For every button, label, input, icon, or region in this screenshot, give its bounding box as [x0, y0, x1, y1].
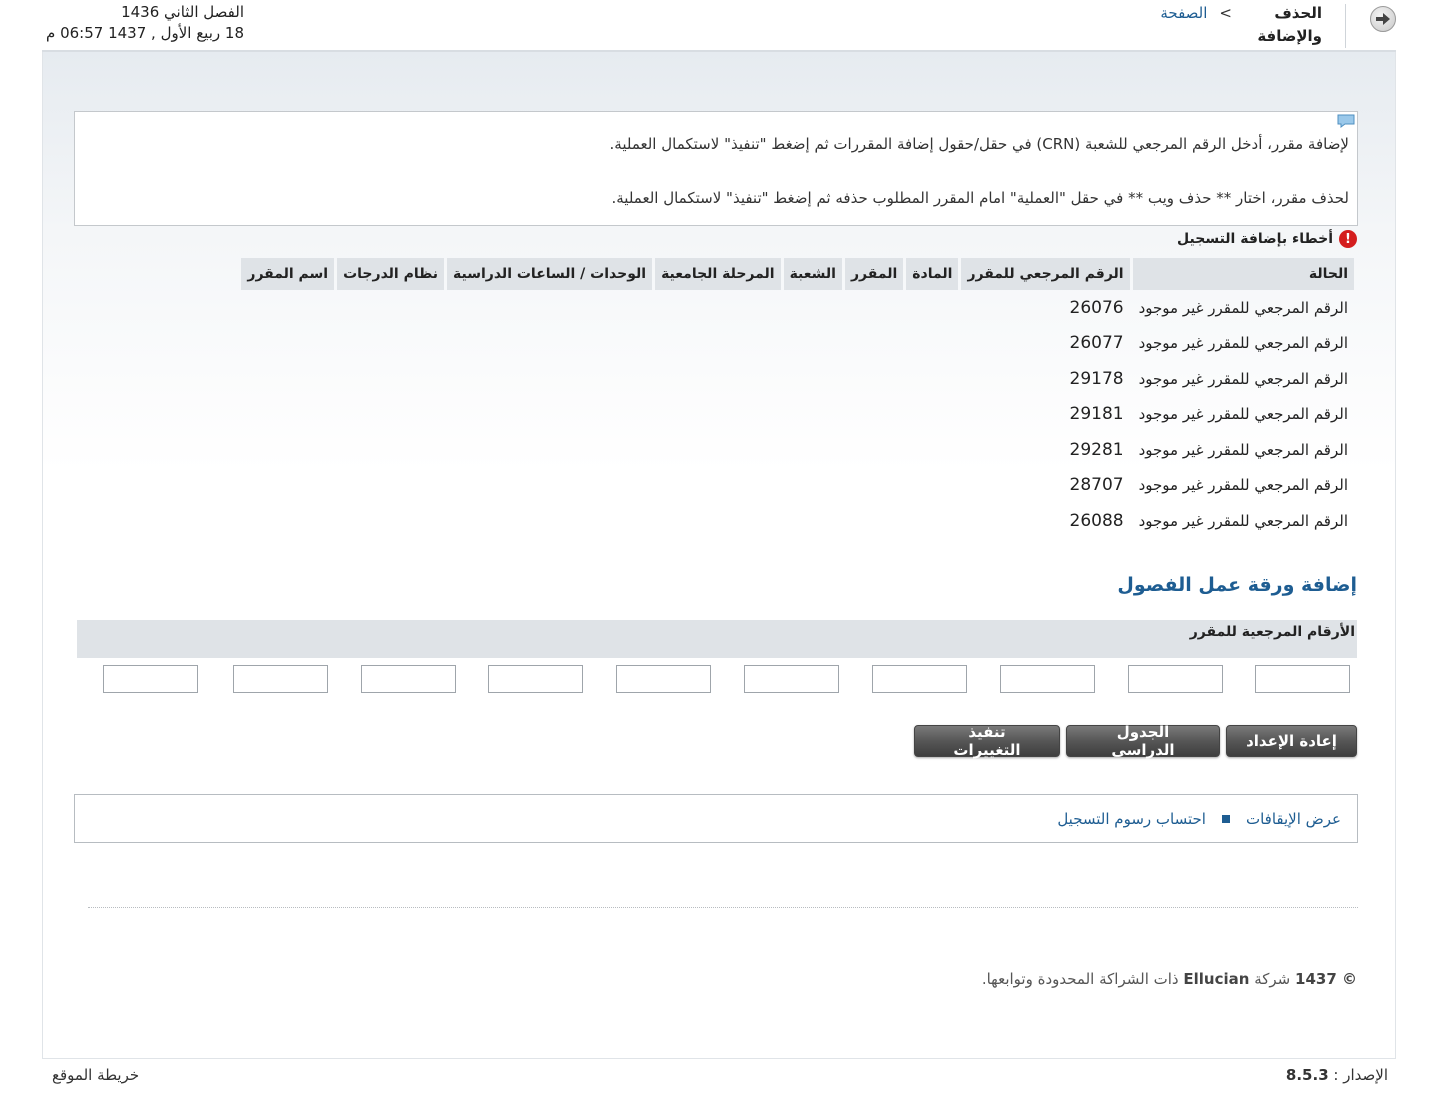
header-divider	[1345, 4, 1346, 48]
term-info: الفصل الثاني 1436 18 ربيع الأول , 1437 0…	[46, 2, 244, 44]
row-status: الرقم المرجعي للمقرر غير موجود	[1138, 440, 1348, 459]
term-label: الفصل الثاني 1436	[121, 3, 244, 21]
main-panel: لإضافة مقرر، أدخل الرقم المرجعي للشعبة (…	[42, 52, 1396, 1059]
col-section: الشعبة	[783, 258, 842, 290]
page-header: الصفحة > الحذف والإضافة الفصل الثاني 143…	[42, 0, 1396, 52]
col-subject: المادة	[906, 258, 959, 290]
copyright-brand: Ellucian	[1183, 970, 1250, 988]
registration-fees-link[interactable]: احتساب رسوم التسجيل	[1057, 810, 1206, 828]
table-row: الرقم المرجعي للمقرر غير موجود 28707	[241, 468, 1354, 504]
col-credits: الوحدات / الساعات الدراسية	[447, 258, 653, 290]
view-holds-link[interactable]: عرض الإيقافات	[1246, 810, 1341, 828]
errors-table-header: الحالة الرقم المرجعي للمقرر المادة المقر…	[241, 258, 1354, 290]
reset-button[interactable]: إعادة الإعداد	[1226, 725, 1357, 757]
version-value: 8.5.3	[1285, 1066, 1329, 1084]
info-box: لإضافة مقرر، أدخل الرقم المرجعي للشعبة (…	[74, 111, 1358, 226]
breadcrumb-current-page: الحذف والإضافة	[1257, 4, 1322, 45]
col-title: اسم المقرر	[241, 258, 335, 290]
copyright-suffix: ذات الشراكة المحدودة وتوابعها.	[981, 970, 1179, 988]
table-row: الرقم المرجعي للمقرر غير موجود 29178	[241, 361, 1354, 397]
col-status: الحالة	[1132, 258, 1354, 290]
row-status: الرقم المرجعي للمقرر غير موجود	[1138, 334, 1348, 353]
row-status: الرقم المرجعي للمقرر غير موجود	[1138, 476, 1348, 495]
copyright: © 1437 شركة Ellucian ذات الشراكة المحدود…	[982, 970, 1357, 988]
crn-inputs-row	[103, 665, 1351, 693]
footer-divider	[88, 907, 1358, 908]
errors-table: الحالة الرقم المرجعي للمقرر المادة المقر…	[238, 258, 1357, 539]
crn-input-9[interactable]	[233, 665, 328, 693]
crn-input-3[interactable]	[1000, 665, 1095, 693]
row-status: الرقم المرجعي للمقرر غير موجود	[1138, 511, 1348, 530]
col-course: المقرر	[844, 258, 904, 290]
crn-input-1[interactable]	[1255, 665, 1350, 693]
crn-input-7[interactable]	[488, 665, 583, 693]
table-row: الرقم المرجعي للمقرر غير موجود 29281	[241, 432, 1354, 468]
sitemap-link[interactable]: خريطة الموقع	[52, 1066, 139, 1084]
table-row: الرقم المرجعي للمقرر غير موجود 29181	[241, 397, 1354, 433]
crn-input-8[interactable]	[361, 665, 456, 693]
arrow-right-icon	[1376, 13, 1390, 25]
row-status: الرقم المرجعي للمقرر غير موجود	[1138, 298, 1348, 317]
row-status: الرقم المرجعي للمقرر غير موجود	[1138, 369, 1348, 388]
table-row: الرقم المرجعي للمقرر غير موجود 26076	[241, 290, 1354, 326]
crn-input-10[interactable]	[103, 665, 198, 693]
row-crn: 26076	[1069, 297, 1124, 318]
breadcrumb-separator: >	[1219, 4, 1232, 22]
table-row: الرقم المرجعي للمقرر غير موجود 26077	[241, 326, 1354, 362]
errors-title: أخطاء بإضافة التسجيل	[1177, 231, 1333, 247]
links-box: عرض الإيقافات احتساب رسوم التسجيل	[74, 794, 1358, 843]
comment-icon	[1337, 114, 1355, 128]
bullet-icon	[1221, 814, 1230, 823]
class-schedule-button[interactable]: الجدول الدراسى	[1066, 723, 1220, 759]
col-grade-mode: نظام الدرجات	[337, 258, 445, 290]
crn-input-4[interactable]	[872, 665, 967, 693]
row-crn: 29281	[1069, 439, 1124, 460]
row-crn: 28707	[1069, 475, 1124, 496]
breadcrumb-home-link[interactable]: الصفحة	[1160, 4, 1207, 48]
copyright-company: شركة	[1254, 970, 1291, 988]
submit-changes-button[interactable]: تنفيذ التغييرات	[914, 723, 1060, 759]
version-info: الإصدار : 8.5.3	[1286, 1066, 1388, 1084]
datetime-label: 18 ربيع الأول , 1437 06:57 م	[46, 24, 244, 42]
row-status: الرقم المرجعي للمقرر غير موجود	[1138, 405, 1348, 424]
breadcrumb: الصفحة > الحذف والإضافة	[1160, 4, 1322, 48]
col-crn: الرقم المرجعي للمقرر	[961, 258, 1130, 290]
version-label: الإصدار :	[1333, 1066, 1388, 1084]
copyright-year: © 1437	[1295, 970, 1357, 988]
errors-heading: ! أخطاء بإضافة التسجيل	[1177, 230, 1357, 248]
back-button[interactable]	[1370, 6, 1396, 32]
row-crn: 26077	[1069, 333, 1124, 354]
crn-input-5[interactable]	[744, 665, 839, 693]
error-icon: !	[1339, 230, 1357, 248]
crn-input-2[interactable]	[1128, 665, 1223, 693]
info-add-instruction: لإضافة مقرر، أدخل الرقم المرجعي للشعبة (…	[609, 135, 1349, 153]
row-crn: 29178	[1069, 368, 1124, 389]
row-crn: 26088	[1069, 510, 1124, 531]
action-buttons: تنفيذ التغييرات الجدول الدراسى إعادة الإ…	[914, 723, 1357, 759]
worksheet-title: إضافة ورقة عمل الفصول	[1117, 574, 1357, 596]
col-level: المرحلة الجامعية	[655, 258, 781, 290]
table-row: الرقم المرجعي للمقرر غير موجود 26088	[241, 503, 1354, 539]
row-crn: 29181	[1069, 404, 1124, 425]
info-drop-instruction: لحذف مقرر، اختار ** حذف ويب ** في حقل "ا…	[611, 189, 1349, 207]
crn-input-6[interactable]	[616, 665, 711, 693]
crn-inputs-header: الأرقام المرجعية للمقرر	[77, 620, 1357, 658]
